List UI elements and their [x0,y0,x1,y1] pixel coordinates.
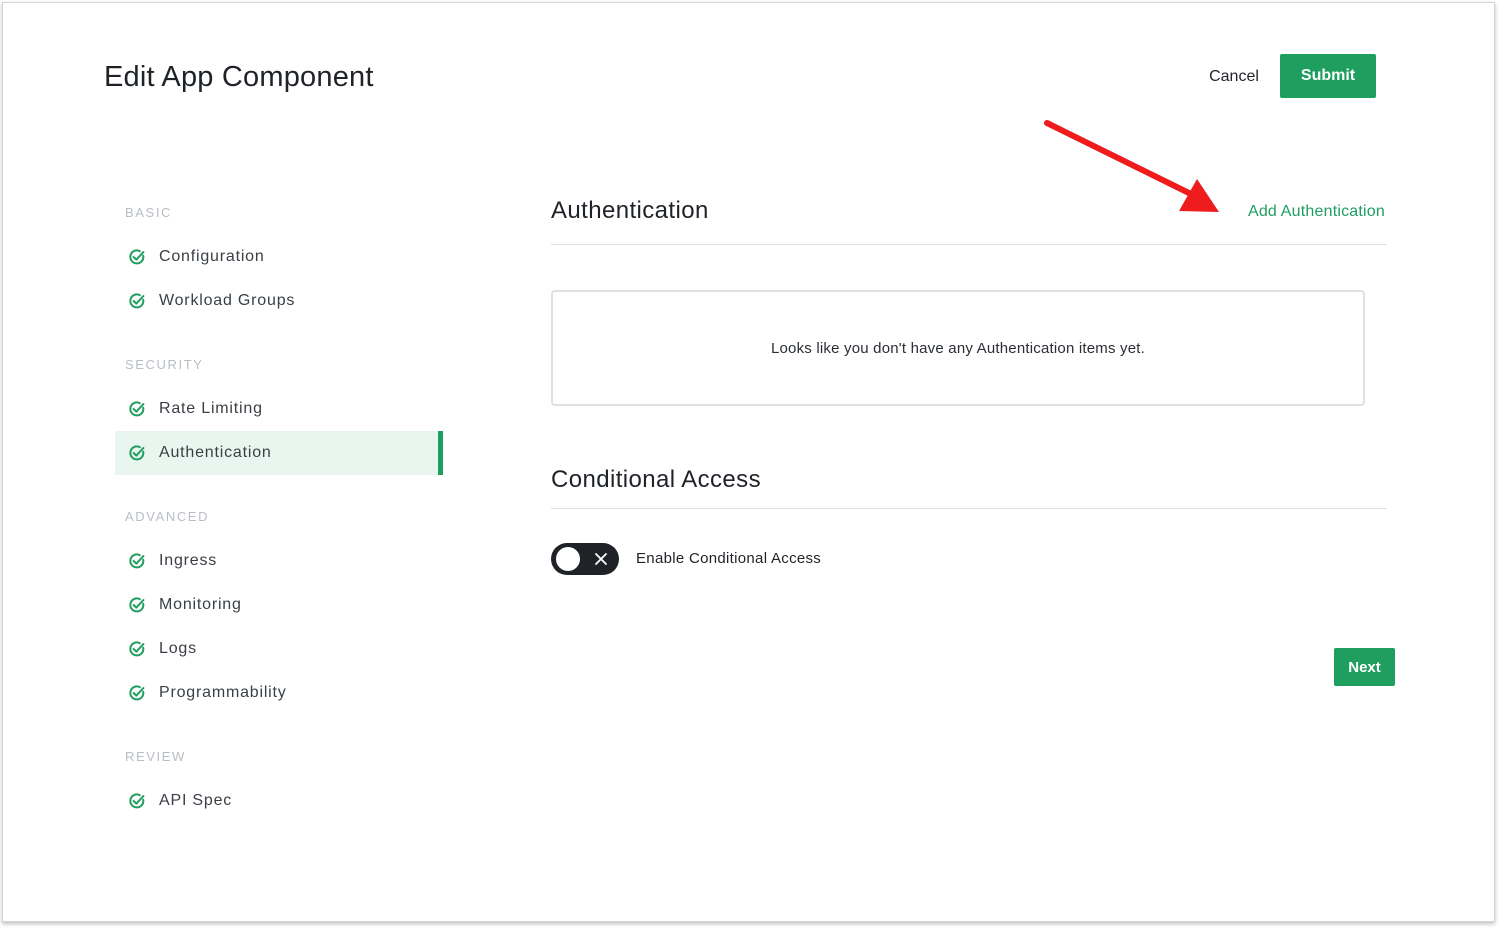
sidebar-item-programmability[interactable]: Programmability [115,671,443,715]
annotation-arrow-icon [1044,120,1219,212]
sidebar-item-configuration[interactable]: Configuration [115,235,443,279]
close-icon [595,553,607,565]
check-circle-icon [129,553,145,569]
sidebar-section-basic: BASIC [125,205,173,220]
authentication-heading: Authentication [551,197,709,224]
sidebar-item-api-spec[interactable]: API Spec [115,779,443,823]
sidebar-item-rate-limiting[interactable]: Rate Limiting [115,387,443,431]
toggle-knob [556,547,580,571]
sidebar-item-label: Monitoring [159,596,242,613]
submit-button[interactable]: Submit [1280,54,1376,98]
sidebar-item-label: Rate Limiting [159,400,263,417]
conditional-access-toggle-label: Enable Conditional Access [636,550,822,567]
sidebar-item-ingress[interactable]: Ingress [115,539,443,583]
next-button[interactable]: Next [1334,648,1395,686]
conditional-access-toggle[interactable] [551,543,619,575]
conditional-access-heading: Conditional Access [551,466,761,493]
sidebar-section-advanced: ADVANCED [125,509,210,524]
check-circle-icon [129,597,145,613]
page-title: Edit App Component [104,61,374,93]
sidebar-item-monitoring[interactable]: Monitoring [115,583,443,627]
sidebar-section-security: SECURITY [125,357,204,372]
sidebar-section-review: REVIEW [125,749,186,764]
check-circle-icon [129,685,145,701]
check-circle-icon [129,793,145,809]
add-authentication-link[interactable]: Add Authentication [1223,203,1385,225]
sidebar-item-label: Authentication [159,444,272,461]
check-circle-icon [129,445,145,461]
check-circle-icon [129,641,145,657]
sidebar-item-label: Ingress [159,552,218,569]
sidebar-item-label: API Spec [159,792,233,809]
sidebar-item-label: Configuration [159,248,265,265]
section-divider [551,244,1387,245]
check-circle-icon [129,249,145,265]
section-divider [551,508,1387,509]
sidebar-item-label: Programmability [159,684,287,701]
empty-state-message: Looks like you don't have any Authentica… [770,339,1146,357]
cancel-button[interactable]: Cancel [1199,63,1269,91]
sidebar-item-logs[interactable]: Logs [115,627,443,671]
sidebar-item-workload-groups[interactable]: Workload Groups [115,279,443,323]
sidebar-item-label: Logs [159,640,197,657]
check-circle-icon [129,401,145,417]
sidebar-item-authentication[interactable]: Authentication [115,431,443,475]
empty-state-box: Looks like you don't have any Authentica… [551,290,1365,406]
app-window: Edit App Component Cancel Submit BASIC C… [2,2,1495,922]
check-circle-icon [129,293,145,309]
sidebar-item-label: Workload Groups [159,292,296,309]
